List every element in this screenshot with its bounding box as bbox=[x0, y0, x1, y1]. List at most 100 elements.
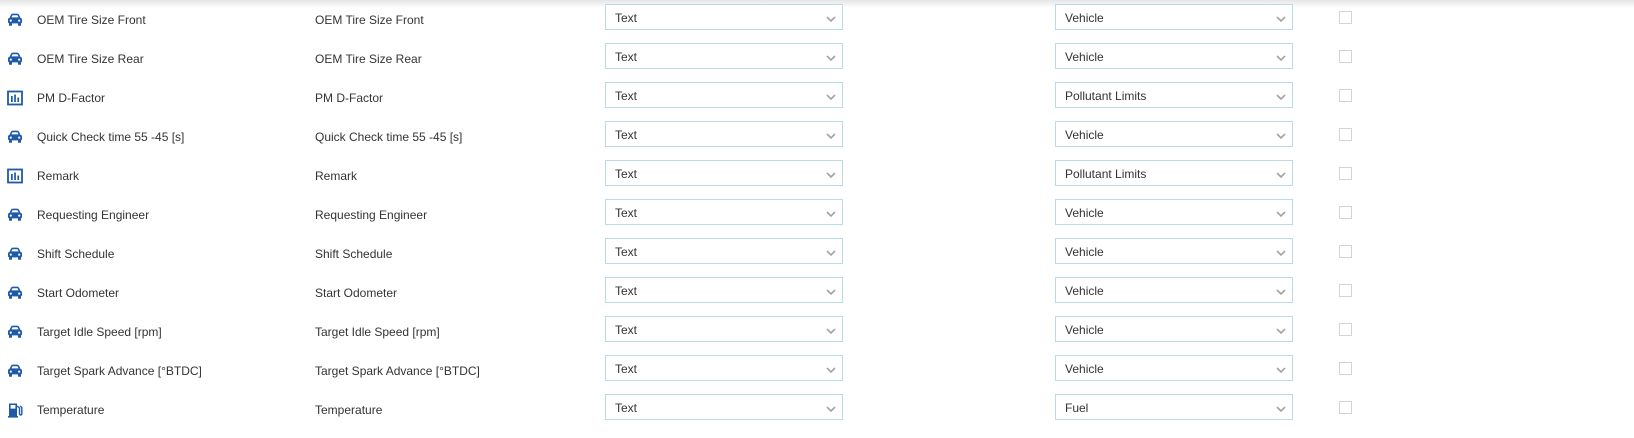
row-checkbox[interactable] bbox=[1339, 50, 1352, 63]
type-select[interactable]: Text bbox=[605, 43, 843, 69]
chevron-down-icon bbox=[1276, 52, 1286, 62]
attribute-label: Target Idle Speed [rpm] bbox=[315, 325, 440, 339]
category-select[interactable]: Vehicle bbox=[1055, 355, 1293, 381]
table-row: Temperature Temperature Text Fuel bbox=[0, 390, 1634, 430]
car-icon bbox=[6, 362, 24, 380]
chevron-down-icon bbox=[1276, 91, 1286, 101]
car-icon bbox=[6, 284, 24, 302]
type-select[interactable]: Text bbox=[605, 82, 843, 108]
category-select-value: Vehicle bbox=[1065, 11, 1104, 25]
type-select-value: Text bbox=[615, 50, 638, 64]
chevron-down-icon bbox=[1276, 286, 1286, 296]
category-select[interactable]: Vehicle bbox=[1055, 316, 1293, 342]
attribute-name: Start Odometer bbox=[37, 286, 120, 300]
attribute-label: OEM Tire Size Rear bbox=[315, 52, 422, 66]
category-select[interactable]: Vehicle bbox=[1055, 277, 1293, 303]
category-select-value: Vehicle bbox=[1065, 128, 1104, 142]
attribute-name: Temperature bbox=[37, 403, 105, 417]
attribute-label: Target Spark Advance [°BTDC] bbox=[315, 364, 480, 378]
table-row: Quick Check time 55 -45 [s] Quick Check … bbox=[0, 117, 1634, 157]
type-select[interactable]: Text bbox=[605, 160, 843, 186]
row-checkbox[interactable] bbox=[1339, 89, 1352, 102]
row-checkbox[interactable] bbox=[1339, 284, 1352, 297]
attribute-label: Requesting Engineer bbox=[315, 208, 428, 222]
type-select-value: Text bbox=[615, 323, 638, 337]
type-select[interactable]: Text bbox=[605, 199, 843, 225]
chevron-down-icon bbox=[826, 13, 836, 23]
type-select-value: Text bbox=[615, 128, 638, 142]
table-row: Shift Schedule Shift Schedule Text Vehic… bbox=[0, 234, 1634, 274]
attribute-label: PM D-Factor bbox=[315, 91, 384, 105]
chevron-down-icon bbox=[1276, 247, 1286, 257]
type-select[interactable]: Text bbox=[605, 4, 843, 30]
attribute-label: OEM Tire Size Front bbox=[315, 13, 424, 27]
table-row: OEM Tire Size Rear OEM Tire Size Rear Te… bbox=[0, 39, 1634, 79]
attribute-name: Quick Check time 55 -45 [s] bbox=[37, 130, 185, 144]
type-select[interactable]: Text bbox=[605, 277, 843, 303]
attribute-label: Temperature bbox=[315, 403, 383, 417]
attribute-label: Shift Schedule bbox=[315, 247, 393, 261]
category-select[interactable]: Vehicle bbox=[1055, 4, 1293, 30]
category-select[interactable]: Pollutant Limits bbox=[1055, 160, 1293, 186]
category-select[interactable]: Fuel bbox=[1055, 394, 1293, 420]
table-row: Remark Remark Text Pollutant Limits bbox=[0, 156, 1634, 196]
table-row: PM D-Factor PM D-Factor Text Pollutant L… bbox=[0, 78, 1634, 118]
chevron-down-icon bbox=[826, 130, 836, 140]
type-select-value: Text bbox=[615, 89, 638, 103]
category-select[interactable]: Vehicle bbox=[1055, 238, 1293, 264]
attribute-name: Target Idle Speed [rpm] bbox=[37, 325, 162, 339]
chevron-down-icon bbox=[1276, 208, 1286, 218]
chevron-down-icon bbox=[1276, 403, 1286, 413]
type-select[interactable]: Text bbox=[605, 316, 843, 342]
row-checkbox[interactable] bbox=[1339, 11, 1352, 24]
category-select-value: Vehicle bbox=[1065, 245, 1104, 259]
category-select[interactable]: Vehicle bbox=[1055, 43, 1293, 69]
row-checkbox[interactable] bbox=[1339, 323, 1352, 336]
chevron-down-icon bbox=[1276, 325, 1286, 335]
row-checkbox[interactable] bbox=[1339, 128, 1352, 141]
chevron-down-icon bbox=[826, 247, 836, 257]
chevron-down-icon bbox=[826, 169, 836, 179]
attribute-name: Requesting Engineer bbox=[37, 208, 150, 222]
row-checkbox[interactable] bbox=[1339, 362, 1352, 375]
type-select[interactable]: Text bbox=[605, 121, 843, 147]
chevron-down-icon bbox=[1276, 364, 1286, 374]
type-select-value: Text bbox=[615, 206, 638, 220]
category-select[interactable]: Vehicle bbox=[1055, 199, 1293, 225]
attribute-label: Quick Check time 55 -45 [s] bbox=[315, 130, 463, 144]
attribute-label: Start Odometer bbox=[315, 286, 398, 300]
category-select-value: Vehicle bbox=[1065, 323, 1104, 337]
bar-chart-icon bbox=[6, 167, 24, 185]
attribute-name: PM D-Factor bbox=[37, 91, 106, 105]
row-checkbox[interactable] bbox=[1339, 206, 1352, 219]
attribute-label: Remark bbox=[315, 169, 358, 183]
category-select-value: Vehicle bbox=[1065, 50, 1104, 64]
car-icon bbox=[6, 11, 24, 29]
type-select[interactable]: Text bbox=[605, 238, 843, 264]
row-checkbox[interactable] bbox=[1339, 401, 1352, 414]
bar-chart-icon bbox=[6, 89, 24, 107]
type-select-value: Text bbox=[615, 245, 638, 259]
type-select[interactable]: Text bbox=[605, 394, 843, 420]
category-select[interactable]: Vehicle bbox=[1055, 121, 1293, 147]
chevron-down-icon bbox=[826, 208, 836, 218]
chevron-down-icon bbox=[826, 286, 836, 296]
chevron-down-icon bbox=[1276, 130, 1286, 140]
attribute-name: Remark bbox=[37, 169, 80, 183]
type-select[interactable]: Text bbox=[605, 355, 843, 381]
attribute-name: OEM Tire Size Rear bbox=[37, 52, 144, 66]
table-row: Target Idle Speed [rpm] Target Idle Spee… bbox=[0, 312, 1634, 352]
category-select[interactable]: Pollutant Limits bbox=[1055, 82, 1293, 108]
fuel-pump-icon bbox=[6, 401, 24, 419]
chevron-down-icon bbox=[826, 403, 836, 413]
car-icon bbox=[6, 245, 24, 263]
row-checkbox[interactable] bbox=[1339, 245, 1352, 258]
table-row: OEM Tire Size Front OEM Tire Size Front … bbox=[0, 0, 1634, 40]
car-icon bbox=[6, 50, 24, 68]
category-select-value: Pollutant Limits bbox=[1065, 89, 1147, 103]
type-select-value: Text bbox=[615, 401, 638, 415]
row-checkbox[interactable] bbox=[1339, 167, 1352, 180]
attribute-name: OEM Tire Size Front bbox=[37, 13, 146, 27]
attribute-name: Target Spark Advance [°BTDC] bbox=[37, 364, 202, 378]
category-select-value: Vehicle bbox=[1065, 206, 1104, 220]
